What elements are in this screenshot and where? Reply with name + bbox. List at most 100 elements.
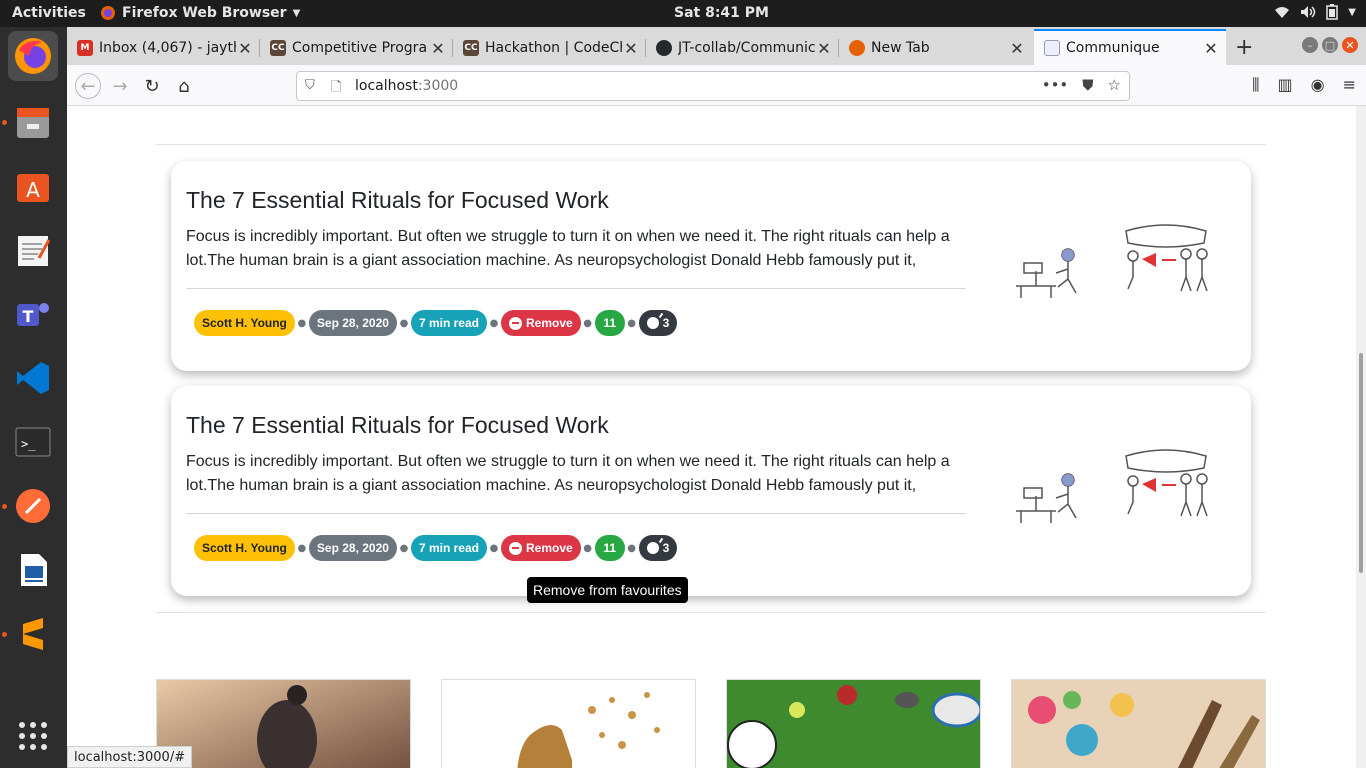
author-badge: Scott H. Young [194,310,295,336]
codechef-icon: CC [463,40,479,56]
new-tab-button[interactable]: + [1235,35,1253,60]
article-meta: Scott H. Young ● Sep 28, 2020 ● 7 min re… [194,310,678,336]
dock-firefox[interactable] [8,31,58,81]
card-divider [186,288,966,289]
article-title[interactable]: The 7 Essential Rituals for Focused Work [186,412,609,439]
pocket-icon[interactable]: ⛊ [1082,76,1093,94]
likes-badge[interactable]: 11 [594,310,625,336]
firefox-icon [849,40,865,56]
fitness-image [157,680,410,768]
navigation-toolbar: ← → ↻ ⌂ ⛉ 🗋 localhost:3000 ••• ⛊ ☆ ⫼ ▥ ◉… [67,65,1366,106]
tab-hackathon[interactable]: CC Hackathon | CodeCh ✕ [453,31,646,65]
close-icon[interactable]: ✕ [1202,39,1220,58]
dock-writer[interactable] [8,545,58,595]
dock-teams[interactable]: T [8,289,58,339]
date-badge: Sep 28, 2020 [308,310,397,336]
page-actions-icon[interactable]: ••• [1042,76,1069,94]
tab-github[interactable]: JT-collab/Communic ✕ [646,31,839,65]
chevron-down-icon: ▼ [292,7,301,19]
tab-new-tab[interactable]: New Tab ✕ [839,31,1032,65]
likes-badge[interactable]: 11 [594,535,625,561]
article-description: Focus is incredibly important. But often… [186,228,950,269]
tab-communique[interactable]: Communique ✕ [1034,29,1226,65]
home-button[interactable]: ⌂ [171,73,197,99]
window-controls: – □ ✕ [1302,37,1358,53]
app-menu-label: Firefox Web Browser [122,5,287,21]
category-card-science[interactable] [441,679,696,768]
bomb-badge[interactable]: 3 [638,535,678,561]
system-tray[interactable]: ▼ [1274,4,1356,20]
address-bar[interactable]: ⛉ 🗋 localhost:3000 ••• ⛊ ☆ [296,71,1130,101]
postman-icon [16,489,50,523]
dock-app-grid[interactable] [8,711,58,761]
article-illustration [1016,449,1208,523]
sidebar-icon[interactable]: ▥ [1278,75,1293,95]
library-icon[interactable]: ⫼ [1252,75,1259,95]
forward-button[interactable]: → [107,73,133,99]
shield-icon[interactable]: ⛉ [305,78,315,93]
page-info-icon[interactable]: 🗋 [331,78,341,100]
remove-button[interactable]: Remove [500,535,581,561]
art-image [1012,680,1265,768]
tab-strip: M Inbox (4,067) - jayth ✕ CC Competitive… [67,27,1366,65]
app-grid-icon [19,722,47,750]
close-icon[interactable]: ✕ [815,39,833,58]
dock-vscode[interactable] [8,353,58,403]
card-divider [186,513,966,514]
back-button[interactable]: ← [75,73,101,99]
article-title[interactable]: The 7 Essential Rituals for Focused Work [186,187,609,214]
svg-text:>_: >_ [21,437,36,451]
minus-circle-icon [508,316,522,330]
article-card[interactable]: The 7 Essential Rituals for Focused Work… [171,161,1251,371]
svg-text:A: A [26,178,40,202]
category-card-fitness[interactable] [156,679,411,768]
dock-sublime[interactable] [8,609,58,659]
category-card-art[interactable] [1011,679,1266,768]
reload-button[interactable]: ↻ [139,73,165,99]
scrollbar-thumb[interactable] [1359,353,1363,573]
remove-button[interactable]: Remove [500,310,581,336]
author-badge: Scott H. Young [194,535,295,561]
codechef-icon: CC [270,40,286,56]
sublime-icon [23,618,43,650]
files-icon [17,108,49,138]
dock-postman[interactable] [8,481,58,531]
vscode-icon [17,362,49,394]
close-icon[interactable]: ✕ [622,39,640,58]
text-editor-icon [18,236,51,266]
dock-text-editor[interactable] [8,225,58,275]
activities-button[interactable]: Activities [12,5,86,21]
maximize-button[interactable]: □ [1322,37,1338,53]
article-description: Focus is incredibly important. But often… [186,453,950,494]
bomb-badge[interactable]: 3 [638,310,678,336]
status-bar-url: localhost:3000/# [67,746,193,768]
remove-label: Remove [525,316,573,330]
tab-inbox[interactable]: M Inbox (4,067) - jayth ✕ [67,31,260,65]
app-menu[interactable]: Firefox Web Browser ▼ [100,5,300,21]
url-text[interactable]: localhost:3000 [355,78,458,94]
article-card[interactable]: The 7 Essential Rituals for Focused Work… [171,386,1251,596]
dock-terminal[interactable]: >_ [8,417,58,467]
tab-title: New Tab [871,40,930,56]
software-icon: A [17,174,49,202]
hamburger-menu-icon[interactable]: ≡ [1343,75,1356,95]
close-icon[interactable]: ✕ [1008,39,1026,58]
remove-label: Remove [525,541,573,555]
clock[interactable]: Sat 8:41 PM [674,5,769,21]
close-icon[interactable]: ✕ [429,39,447,58]
page-scrollbar[interactable] [1356,106,1366,768]
tab-competitive-programming[interactable]: CC Competitive Progra ✕ [260,31,453,65]
minimize-button[interactable]: – [1302,37,1318,53]
science-image [442,680,695,768]
tab-title: Communique [1066,40,1160,56]
dock-files[interactable] [8,97,58,147]
dock-software[interactable]: A [8,161,58,211]
close-icon[interactable]: ✕ [236,39,254,58]
close-window-button[interactable]: ✕ [1342,37,1358,53]
terminal-icon: >_ [15,427,51,457]
read-time-badge: 7 min read [410,535,487,561]
category-card-sports[interactable] [726,679,981,768]
tab-title: JT-collab/Communic [678,40,815,56]
bookmark-star-icon[interactable]: ☆ [1108,76,1121,94]
account-icon[interactable]: ◉ [1311,75,1325,95]
